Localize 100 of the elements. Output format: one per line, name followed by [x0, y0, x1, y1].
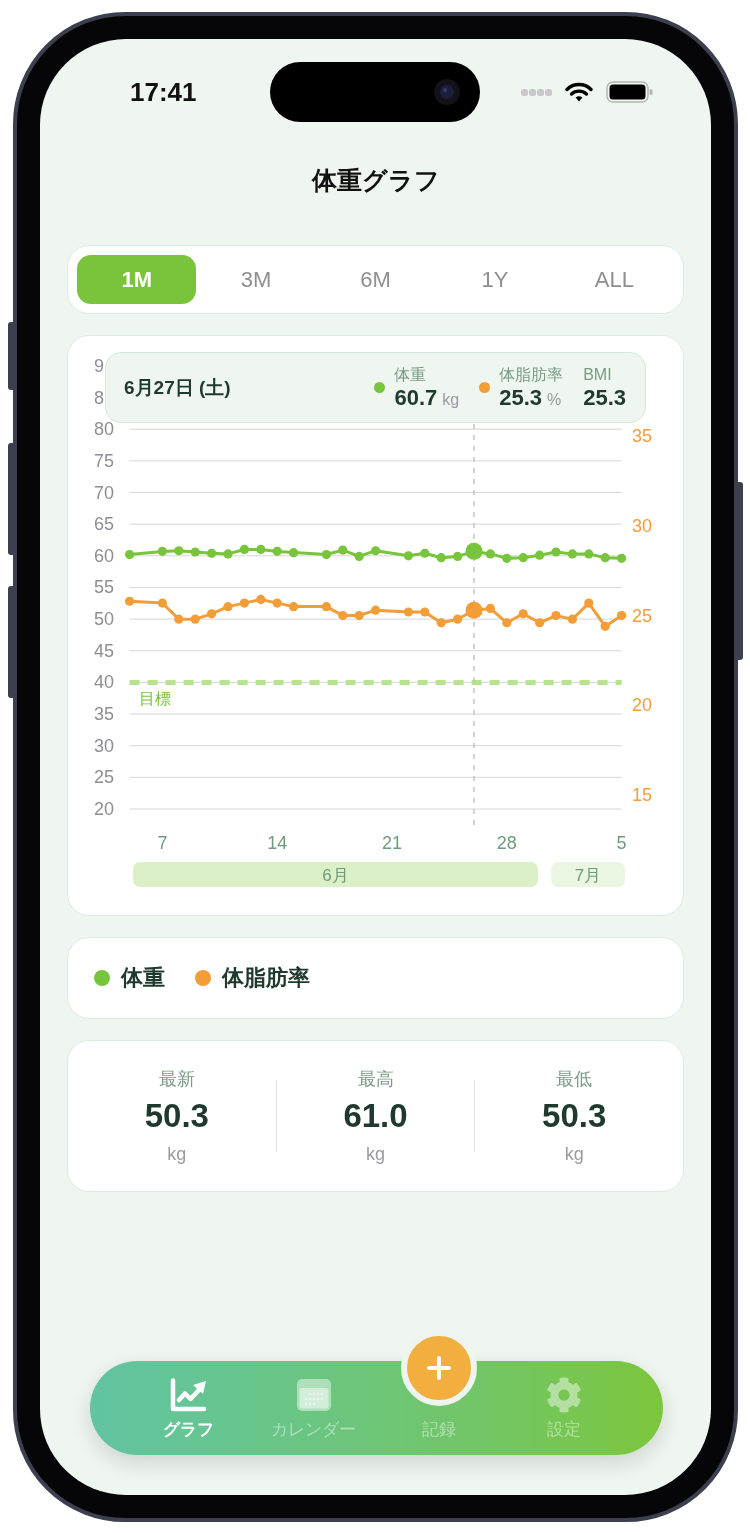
stat-label: 最低 — [556, 1067, 593, 1090]
axis-label: 40 — [94, 672, 115, 693]
month-band: 6月 — [133, 862, 538, 887]
stat-unit: kg — [564, 1142, 584, 1165]
weight-point — [157, 546, 167, 556]
month-band: 7月 — [551, 862, 625, 887]
weight-point — [125, 549, 135, 560]
tooltip-value: 25.3 — [583, 384, 626, 411]
axis-label: 21 — [382, 833, 402, 853]
body-fat-point — [600, 621, 610, 631]
weight-point — [518, 553, 528, 563]
legend-label: 体重 — [121, 964, 165, 992]
axis-label: 20 — [94, 799, 115, 819]
nav-tab[interactable]: 設定 — [501, 1361, 626, 1440]
axis-label: 55 — [94, 577, 115, 598]
camera-lens-icon — [434, 79, 460, 105]
body-fat-point — [321, 602, 331, 612]
axis-label: 15 — [632, 784, 653, 805]
body-fat-point — [256, 594, 266, 605]
axis-label: 35 — [94, 704, 115, 725]
axis-label: 60 — [94, 545, 115, 566]
axis-label: 20 — [632, 695, 653, 716]
nav-tab[interactable]: カレンダー — [251, 1361, 376, 1440]
body-fat-point — [436, 618, 446, 628]
side-button[interactable] — [8, 443, 14, 555]
axis-label: 65 — [94, 514, 115, 535]
line-chart-icon — [170, 1378, 207, 1412]
body-fat-point — [567, 614, 577, 624]
calendar-icon — [296, 1379, 331, 1411]
page-title: 体重グラフ — [311, 165, 440, 195]
battery-icon — [606, 81, 653, 103]
body-fat-point — [485, 603, 495, 614]
weight-point — [207, 548, 217, 558]
weight-point — [338, 545, 348, 555]
body-fat-point — [584, 598, 594, 608]
axis-label: 7 — [157, 833, 168, 853]
weight-point — [354, 551, 364, 562]
axis-label: 25 — [632, 605, 653, 626]
record-tab[interactable]: 記録 — [376, 1330, 501, 1440]
body-fat-point — [453, 614, 463, 624]
axis-label: 28 — [496, 833, 517, 853]
body-fat-point — [223, 602, 233, 612]
period-tab[interactable]: 6M — [315, 255, 436, 304]
period-tab[interactable]: 1Y — [435, 255, 555, 304]
axis-label: 14 — [267, 833, 288, 853]
axis-label: 35 — [632, 426, 653, 447]
body-fat-point — [125, 596, 135, 606]
stat-unit: kg — [167, 1142, 187, 1165]
settings-icon — [545, 1377, 582, 1413]
tooltip-date: 6月27日 (土) — [124, 375, 231, 400]
legend-label: 体脂肪率 — [222, 964, 310, 992]
weight-point — [502, 553, 512, 563]
body-fat-point — [174, 614, 184, 624]
axis-label: 25 — [94, 767, 115, 788]
period-tab[interactable]: 1M — [77, 255, 197, 304]
body-fat-point — [157, 598, 167, 608]
weight-point — [465, 542, 483, 560]
body-fat-point — [207, 609, 217, 619]
body-fat-point — [371, 605, 381, 615]
body-fat-point — [272, 598, 282, 608]
signal-icon — [521, 88, 552, 96]
body-fat-point — [465, 601, 483, 619]
weight-point — [256, 544, 266, 555]
tooltip-label: BMI — [583, 364, 613, 385]
body-fat-point — [617, 611, 627, 621]
tooltip-unit: % — [547, 389, 562, 410]
side-button[interactable] — [8, 586, 14, 698]
axis-label: 30 — [94, 735, 115, 756]
body-fat-point — [551, 611, 561, 621]
body-fat-point — [535, 618, 545, 628]
axis-label: 5 — [616, 833, 627, 853]
side-button[interactable] — [8, 322, 14, 390]
tooltip-label: 体重 — [394, 364, 428, 385]
body-fat-point — [239, 598, 249, 608]
weight-point — [436, 553, 446, 563]
axis-label: 9 — [94, 355, 104, 376]
body-fat-point — [338, 611, 348, 621]
tooltip-unit: kg — [442, 389, 460, 410]
weight-point — [535, 550, 545, 560]
weight-point — [223, 549, 233, 559]
side-button[interactable] — [738, 482, 743, 660]
stat-value: 61.0 — [343, 1095, 408, 1136]
weight-point — [485, 549, 495, 559]
axis-label: 45 — [94, 640, 115, 661]
goal-label: 目標 — [139, 689, 171, 707]
weight-point — [551, 547, 561, 557]
nav-tab[interactable]: グラフ — [126, 1361, 251, 1440]
axis-label: 70 — [94, 482, 115, 503]
stat-value: 50.3 — [542, 1095, 607, 1136]
weight-point — [371, 546, 381, 556]
stat-label: 最新 — [158, 1067, 195, 1090]
period-tab[interactable]: ALL — [554, 255, 675, 304]
weight-point — [272, 546, 282, 556]
period-tab[interactable]: 3M — [196, 255, 316, 304]
weight-point — [617, 553, 627, 563]
weight-point — [420, 548, 430, 558]
wifi-icon — [565, 82, 593, 102]
body-fat-point — [190, 614, 200, 624]
tooltip-value: 25.3 — [499, 384, 542, 411]
status-time: 17:41 — [130, 77, 197, 107]
